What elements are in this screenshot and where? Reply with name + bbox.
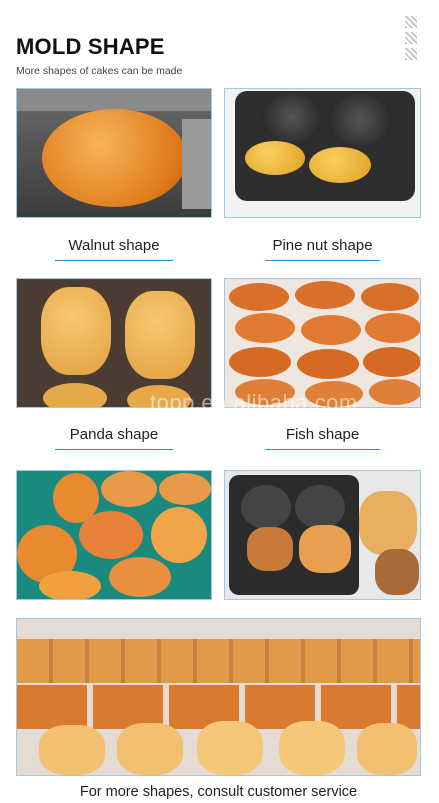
striped-square-icon — [405, 48, 417, 60]
panda-photo — [16, 278, 212, 408]
footer-note: For more shapes, consult customer servic… — [79, 784, 358, 800]
panda-caption: Panda shape — [69, 426, 159, 443]
fish-caption: Fish shape — [285, 426, 360, 443]
caption-underline — [55, 449, 173, 450]
page-title: MOLD SHAPE — [16, 34, 165, 59]
walnut-photo — [16, 88, 212, 218]
caption-underline — [265, 449, 380, 450]
assorted-cakes-photo — [16, 618, 421, 776]
bear-mold-photo — [224, 470, 421, 600]
caption-underline — [55, 260, 173, 261]
stripes-decoration — [405, 16, 419, 64]
page-subtitle: More shapes of cakes can be made — [16, 65, 183, 77]
walnut-caption: Walnut shape — [68, 237, 160, 254]
pine-nut-photo — [224, 88, 421, 218]
fish-photo — [224, 278, 421, 408]
watermark: topp.en.alibaba.com — [150, 390, 358, 415]
pine-nut-caption: Pine nut shape — [272, 237, 373, 254]
striped-square-icon — [405, 16, 417, 28]
mixed-cakes-photo — [16, 470, 212, 600]
caption-underline — [265, 260, 380, 261]
striped-square-icon — [405, 32, 417, 44]
